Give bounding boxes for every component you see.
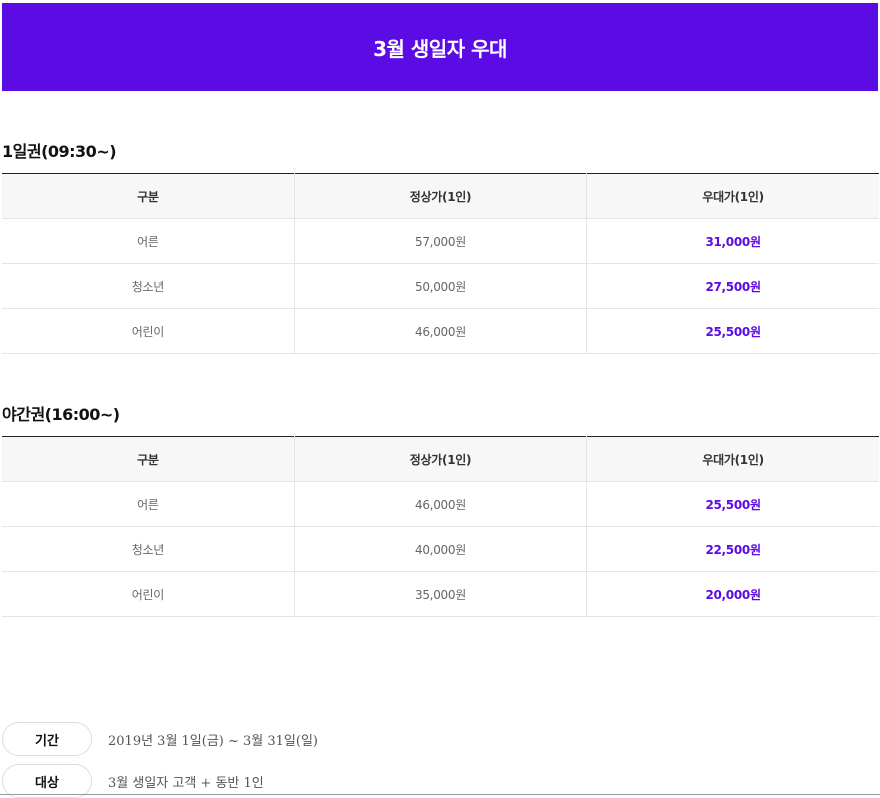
section-title-night-pass: 야간권(16:00~) <box>2 405 120 424</box>
row-discount-price: 27,500원 <box>586 263 879 309</box>
promo-banner: 3월 생일자 우대 <box>2 3 878 91</box>
row-category: 어른 <box>2 481 295 527</box>
row-regular-price: 57,000원 <box>293 218 587 264</box>
header-category: 구분 <box>2 173 295 219</box>
row-discount-price: 25,500원 <box>586 481 879 527</box>
row-category: 어린이 <box>2 571 295 617</box>
row-discount-price: 22,500원 <box>586 526 879 572</box>
row-regular-price: 50,000원 <box>293 263 587 309</box>
info-row-target: 대상 3월 생일자 고객 + 동반 1인 <box>2 764 264 798</box>
row-regular-price: 40,000원 <box>293 526 587 572</box>
header-category: 구분 <box>2 436 295 482</box>
row-discount-price: 20,000원 <box>586 571 879 617</box>
table-row: 청소년 40,000원 22,500원 <box>2 526 879 572</box>
page-title: 3월 생일자 우대 <box>373 36 507 61</box>
period-label-pill: 기간 <box>2 722 92 756</box>
period-text: 2019년 3월 1일(금) ~ 3월 31일(일) <box>108 733 319 749</box>
info-row-period: 기간 2019년 3월 1일(금) ~ 3월 31일(일) <box>2 722 318 756</box>
header-discount-price: 우대가(1인) <box>586 173 879 219</box>
row-category: 청소년 <box>2 526 295 572</box>
section-title-day-pass: 1일권(09:30~) <box>2 142 117 161</box>
row-category: 어린이 <box>2 308 295 354</box>
table-row: 어른 57,000원 31,000원 <box>2 218 879 264</box>
row-category: 청소년 <box>2 263 295 309</box>
table-row: 어린이 46,000원 25,500원 <box>2 308 879 354</box>
row-regular-price: 46,000원 <box>293 481 587 527</box>
table-row: 어린이 35,000원 20,000원 <box>2 571 879 617</box>
price-table-day-pass: 구분 정상가(1인) 우대가(1인) 어른 57,000원 31,000원 청소… <box>2 173 879 354</box>
row-category: 어른 <box>2 218 295 264</box>
target-text: 3월 생일자 고객 + 동반 1인 <box>108 775 264 791</box>
target-label-pill: 대상 <box>2 764 92 798</box>
row-discount-price: 25,500원 <box>586 308 879 354</box>
header-regular-price: 정상가(1인) <box>293 436 587 482</box>
header-discount-price: 우대가(1인) <box>586 436 879 482</box>
price-table-night-pass: 구분 정상가(1인) 우대가(1인) 어른 46,000원 25,500원 청소… <box>2 436 879 617</box>
table-header-row: 구분 정상가(1인) 우대가(1인) <box>2 173 879 219</box>
row-discount-price: 31,000원 <box>586 218 879 264</box>
row-regular-price: 35,000원 <box>293 571 587 617</box>
header-regular-price: 정상가(1인) <box>293 173 587 219</box>
row-regular-price: 46,000원 <box>293 308 587 354</box>
table-header-row: 구분 정상가(1인) 우대가(1인) <box>2 436 879 482</box>
table-row: 어른 46,000원 25,500원 <box>2 481 879 527</box>
table-row: 청소년 50,000원 27,500원 <box>2 263 879 309</box>
